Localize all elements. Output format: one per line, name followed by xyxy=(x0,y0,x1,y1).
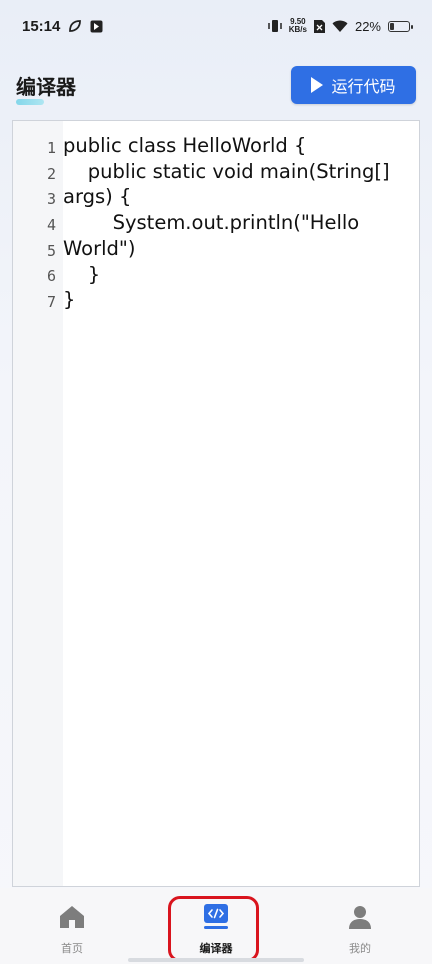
app-notification-icon xyxy=(90,20,103,33)
net-speed-unit: KB/s xyxy=(288,25,307,34)
nav-label-home: 首页 xyxy=(61,942,83,955)
nav-item-profile[interactable]: 我的 xyxy=(288,888,432,964)
line-number: 5 xyxy=(46,241,56,260)
line-number: 2 xyxy=(46,164,56,183)
leaf-icon xyxy=(68,19,82,33)
code-text-area[interactable]: public class HelloWorld { public static … xyxy=(63,121,419,886)
status-left: 15:14 xyxy=(22,18,103,35)
status-bar: 15:14 9.50 KB/s 22% xyxy=(0,0,432,52)
nav-item-home[interactable]: 首页 xyxy=(0,888,144,964)
nav-label-profile: 我的 xyxy=(349,942,371,955)
line-number: 1 xyxy=(46,139,56,157)
active-tab-highlight xyxy=(168,896,259,962)
line-number: 3 xyxy=(46,190,56,209)
run-code-button-label: 运行代码 xyxy=(331,77,396,96)
line-number-gutter: 1 2 3 4 5 6 7 xyxy=(13,121,63,886)
home-icon xyxy=(57,902,87,932)
page-title-text: 编译器 xyxy=(16,74,76,99)
gesture-bar[interactable] xyxy=(128,958,304,962)
battery-icon xyxy=(388,20,413,32)
status-right: 9.50 KB/s 22% xyxy=(267,18,413,34)
wifi-icon xyxy=(332,20,348,33)
page-title: 编译器 xyxy=(16,71,76,105)
title-underline xyxy=(16,98,44,105)
header: 编译器 运行代码 xyxy=(0,52,432,118)
play-icon xyxy=(311,77,324,93)
no-sim-icon xyxy=(313,19,325,33)
net-speed: 9.50 KB/s xyxy=(289,18,307,34)
status-time: 15:14 xyxy=(22,17,61,35)
line-number: 6 xyxy=(46,267,56,286)
code-editor[interactable]: 1 2 3 4 5 6 7 public class HelloWorld { … xyxy=(12,120,420,887)
line-number: 7 xyxy=(46,293,56,312)
vibrate-icon xyxy=(267,19,282,33)
battery-fill xyxy=(390,22,394,30)
user-icon xyxy=(345,902,375,932)
run-code-button[interactable]: 运行代码 xyxy=(291,66,416,104)
line-number: 4 xyxy=(46,216,56,235)
battery-percent: 22% xyxy=(354,18,381,34)
